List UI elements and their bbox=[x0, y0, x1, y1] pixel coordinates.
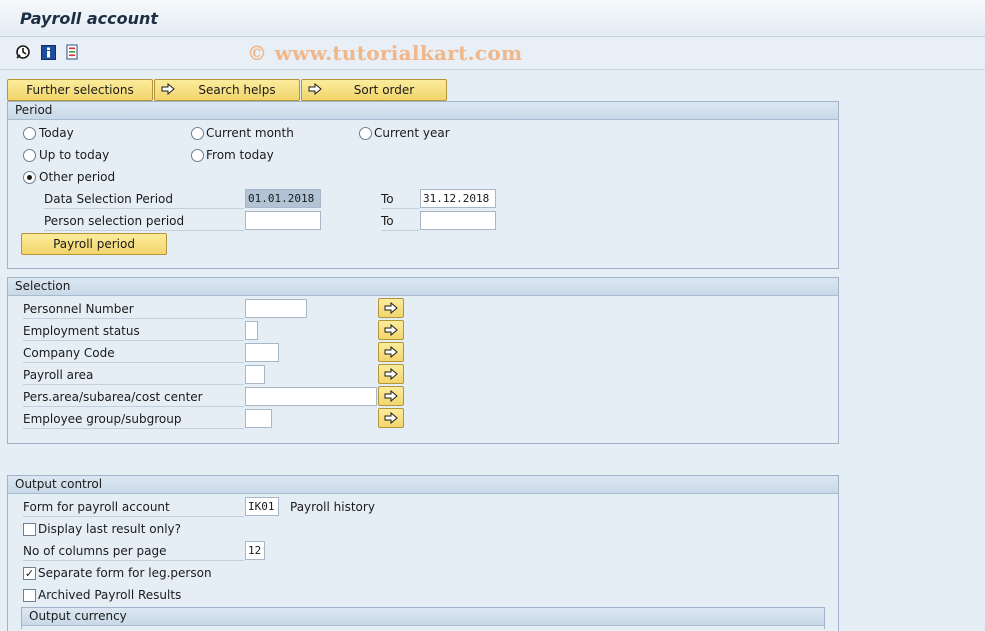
multiple-selection-button[interactable] bbox=[378, 320, 404, 340]
arrow-right-icon bbox=[161, 82, 175, 98]
pers-area-input[interactable] bbox=[245, 387, 377, 406]
employment-status-input[interactable] bbox=[245, 321, 258, 340]
radio-current-month[interactable] bbox=[191, 127, 204, 140]
company-code-label: Company Code bbox=[23, 343, 244, 363]
sort-order-button[interactable]: Sort order bbox=[301, 79, 447, 101]
radio-today-label: Today bbox=[39, 126, 74, 140]
arrow-right-icon bbox=[384, 324, 398, 336]
columns-per-page-input[interactable]: 12 bbox=[245, 541, 265, 560]
payroll-area-input[interactable] bbox=[245, 365, 265, 384]
employee-group-label: Employee group/subgroup bbox=[23, 409, 244, 429]
person-selection-to-label: To bbox=[381, 211, 419, 231]
output-control-header: Output control bbox=[8, 476, 838, 494]
search-helps-label: Search helps bbox=[198, 83, 276, 97]
archived-results-label: Archived Payroll Results bbox=[38, 588, 182, 602]
employment-status-label: Employment status bbox=[23, 321, 244, 341]
personnel-number-label: Personnel Number bbox=[23, 299, 244, 319]
radio-up-to-today-label: Up to today bbox=[39, 148, 110, 162]
execute-clock-icon[interactable] bbox=[15, 44, 31, 60]
display-last-result-checkbox[interactable] bbox=[23, 523, 36, 536]
separate-form-label: Separate form for leg.person bbox=[38, 566, 212, 580]
radio-current-year-label: Current year bbox=[374, 126, 450, 140]
radio-from-today[interactable] bbox=[191, 149, 204, 162]
period-header: Period bbox=[8, 102, 838, 120]
form-payroll-account-input[interactable]: IK01 bbox=[245, 497, 279, 516]
arrow-right-icon bbox=[384, 368, 398, 380]
multiple-selection-button[interactable] bbox=[378, 386, 404, 406]
radio-other-period[interactable] bbox=[23, 171, 36, 184]
multiple-selection-button[interactable] bbox=[378, 408, 404, 428]
pers-area-label: Pers.area/subarea/cost center bbox=[23, 387, 244, 407]
output-currency-header: Output currency bbox=[22, 608, 824, 626]
form-payroll-account-label: Form for payroll account bbox=[23, 497, 244, 517]
radio-current-year[interactable] bbox=[359, 127, 372, 140]
payroll-period-label: Payroll period bbox=[53, 237, 135, 251]
display-last-result-label: Display last result only? bbox=[38, 522, 182, 536]
arrow-right-icon bbox=[384, 390, 398, 402]
watermark-text: © www.tutorialkart.com bbox=[247, 41, 523, 65]
data-selection-period-label: Data Selection Period bbox=[44, 189, 244, 209]
columns-per-page-label: No of columns per page bbox=[23, 541, 244, 561]
radio-current-month-label: Current month bbox=[206, 126, 294, 140]
further-selections-button[interactable]: Further selections bbox=[7, 79, 153, 101]
search-helps-button[interactable]: Search helps bbox=[154, 79, 300, 101]
person-selection-from-input[interactable] bbox=[245, 211, 321, 230]
person-selection-period-label: Person selection period bbox=[44, 211, 244, 231]
radio-other-period-label: Other period bbox=[39, 170, 116, 184]
form-payroll-account-description: Payroll history bbox=[290, 500, 375, 514]
data-selection-from-input[interactable]: 01.01.2018 bbox=[245, 189, 321, 208]
employee-group-input[interactable] bbox=[245, 409, 272, 428]
radio-today[interactable] bbox=[23, 127, 36, 140]
data-selection-to-label: To bbox=[381, 189, 419, 209]
info-icon[interactable] bbox=[40, 44, 56, 60]
arrow-right-icon bbox=[384, 302, 398, 314]
payroll-area-label: Payroll area bbox=[23, 365, 244, 385]
multiple-selection-button[interactable] bbox=[378, 298, 404, 318]
multiple-selection-button[interactable] bbox=[378, 342, 404, 362]
selection-header: Selection bbox=[8, 278, 838, 296]
data-selection-to-input[interactable]: 31.12.2018 bbox=[420, 189, 496, 208]
page-title: Payroll account bbox=[20, 9, 159, 28]
radio-up-to-today[interactable] bbox=[23, 149, 36, 162]
further-selections-label: Further selections bbox=[26, 83, 134, 97]
selection-options-icon[interactable] bbox=[64, 44, 80, 60]
radio-from-today-label: From today bbox=[206, 148, 274, 162]
company-code-input[interactable] bbox=[245, 343, 279, 362]
separate-form-checkbox[interactable]: ✓ bbox=[23, 567, 36, 580]
arrow-right-icon bbox=[384, 346, 398, 358]
title-bar: Payroll account bbox=[0, 0, 985, 37]
sort-order-label: Sort order bbox=[353, 83, 415, 97]
person-selection-to-input[interactable] bbox=[420, 211, 496, 230]
archived-results-checkbox[interactable] bbox=[23, 589, 36, 602]
personnel-number-input[interactable] bbox=[245, 299, 307, 318]
arrow-right-icon bbox=[384, 412, 398, 424]
multiple-selection-button[interactable] bbox=[378, 364, 404, 384]
arrow-right-icon bbox=[308, 82, 322, 98]
payroll-period-button[interactable]: Payroll period bbox=[21, 233, 167, 255]
output-currency-group: Output currency bbox=[21, 607, 825, 629]
